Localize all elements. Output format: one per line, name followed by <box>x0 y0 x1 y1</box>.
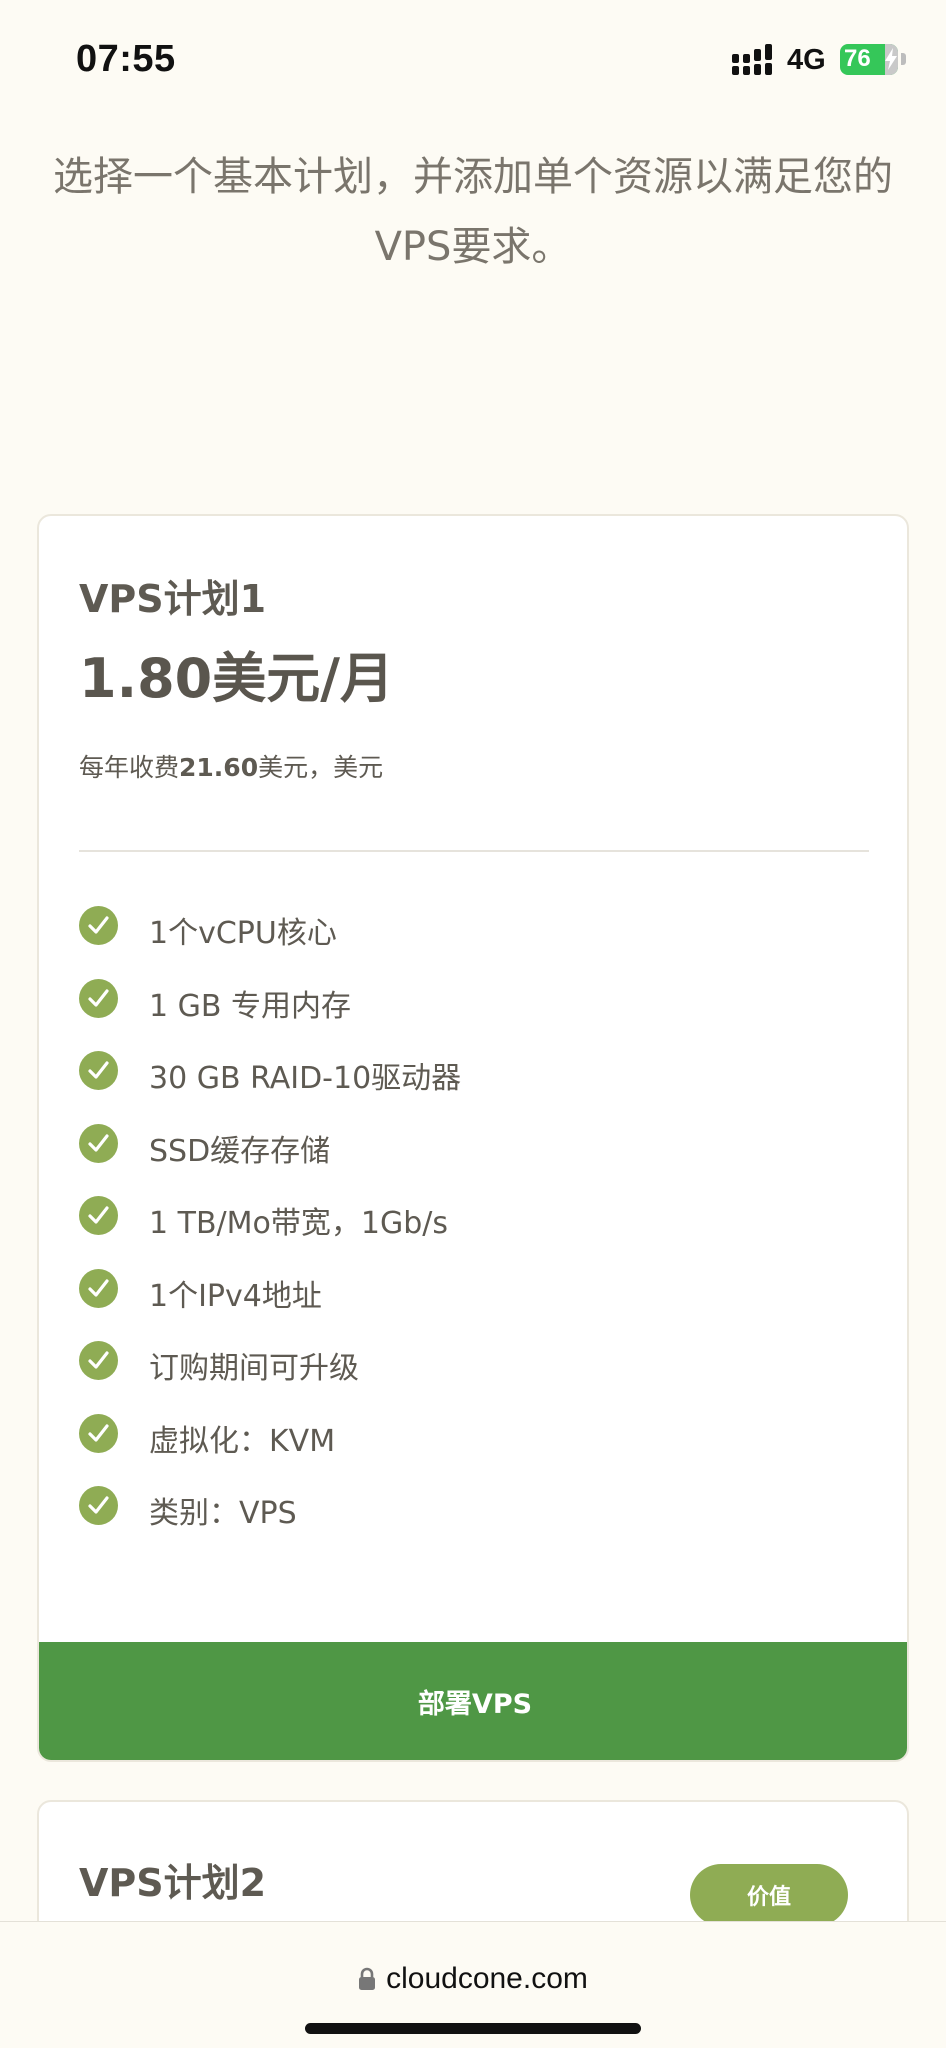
intro-text: 选择一个基本计划，并添加单个资源以满足您的VPS要求。 <box>53 154 893 270</box>
feature-label: 订购期间可升级 <box>149 1351 359 1386</box>
status-bar: 07:55 4G 76 <box>0 0 946 120</box>
url-group[interactable]: cloudcone.com <box>0 1962 946 1996</box>
annual-suffix: 美元，美元 <box>258 753 384 782</box>
check-icon <box>79 906 118 945</box>
feature-list: 1个vCPU核心 1 GB 专用内存 30 GB RAID-10驱动器 SSD缓… <box>79 906 869 1559</box>
deploy-vps-button[interactable]: 部署VPS <box>39 1642 907 1760</box>
feature-label: 1个vCPU核心 <box>149 916 337 951</box>
feature-item: 1 GB 专用内存 <box>79 978 869 1052</box>
check-icon <box>79 1268 118 1308</box>
battery-level: 76 <box>844 45 871 72</box>
plan-name-2: VPS计划2 <box>79 1861 267 1905</box>
feature-label: 30 GB RAID-10驱动器 <box>149 1061 462 1096</box>
plan-card: VPS计划1 1.80美元/月 每年收费21.60美元，美元 1个vCPU核心 … <box>37 514 909 1762</box>
feature-label: 虚拟化：KVM <box>149 1423 336 1459</box>
divider <box>79 850 869 852</box>
battery-icon: 76 <box>840 44 906 75</box>
check-icon <box>79 1341 118 1380</box>
feature-item: SSD缓存存储 <box>79 1123 869 1197</box>
feature-item: 虚拟化：KVM <box>79 1413 869 1487</box>
plan-price: 1.80美元/月 <box>79 647 394 710</box>
check-icon <box>79 978 118 1018</box>
feature-item: 订购期间可升级 <box>79 1341 869 1414</box>
check-icon <box>79 1123 118 1163</box>
feature-item: 30 GB RAID-10驱动器 <box>79 1051 869 1124</box>
feature-label: 1 TB/Mo带宽，1Gb/s <box>149 1206 448 1241</box>
cellular-signal-icon <box>732 44 772 75</box>
feature-label: 1个IPv4地址 <box>149 1278 322 1314</box>
feature-label: 1 GB 专用内存 <box>149 988 351 1024</box>
feature-item: 1个IPv4地址 <box>79 1268 869 1342</box>
feature-item: 类别：VPS <box>79 1486 869 1559</box>
plan-name: VPS计划1 <box>79 577 267 621</box>
check-icon <box>79 1051 118 1090</box>
url-text[interactable]: cloudcone.com <box>386 1962 588 1996</box>
feature-label: 类别：VPS <box>149 1496 297 1531</box>
value-badge: 价值 <box>690 1864 848 1926</box>
feature-item: 1 TB/Mo带宽，1Gb/s <box>79 1196 869 1269</box>
network-type: 4G <box>787 44 826 76</box>
check-icon <box>79 1196 118 1235</box>
home-indicator[interactable] <box>305 2023 641 2034</box>
check-icon <box>79 1486 118 1525</box>
feature-label: SSD缓存存储 <box>149 1133 331 1169</box>
lock-icon <box>359 1967 376 1990</box>
annual-price-line: 每年收费21.60美元，美元 <box>79 748 383 784</box>
browser-address-bar[interactable]: cloudcone.com <box>0 1921 946 2048</box>
status-time: 07:55 <box>76 38 176 80</box>
page: 07:55 4G 76 选择一个基本计划，并添加单个资源以满足您的VPS要求。 … <box>0 0 946 2048</box>
check-icon <box>79 1413 118 1453</box>
annual-prefix: 每年收费 <box>79 753 180 782</box>
feature-item: 1个vCPU核心 <box>79 906 869 979</box>
annual-amount: 21.60 <box>179 753 259 782</box>
charging-bolt-icon <box>885 48 897 70</box>
